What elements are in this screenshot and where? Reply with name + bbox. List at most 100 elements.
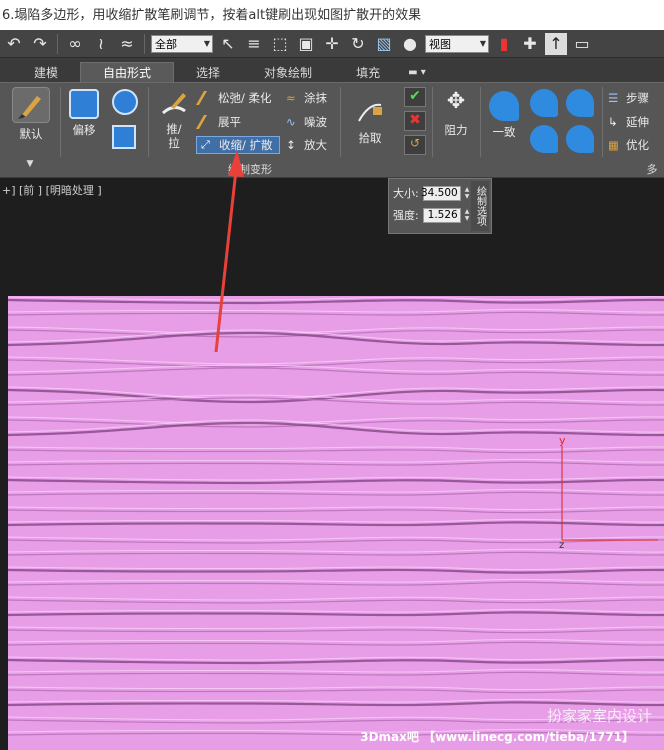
ribbon-options-dropdown[interactable]: ▬ ▾ [402,62,432,82]
shrink-expand-label: 收缩/ 扩散 [219,138,273,152]
push-pull-button[interactable]: 推/ 拉 [154,89,194,150]
snap-icon[interactable]: ✚ [519,33,541,55]
size-spinner[interactable]: 34.500 [421,185,461,201]
strength-spinner[interactable]: 1.526 [422,207,461,223]
toolbar-separator [144,33,145,54]
size-label: 大小: [393,187,419,200]
pivot-icon[interactable]: ▮ [493,33,515,55]
tab-populate[interactable]: 填充 [334,62,402,82]
mirror-icon[interactable]: ↑ [545,32,567,55]
toolbar-separator [57,33,58,54]
flatten-button[interactable]: 展平 [195,113,241,131]
pick-label: 拾取 [358,131,382,145]
watermark-logo: 扮家家室内设计 [546,707,652,725]
inflate-button[interactable]: ↕ 放大 [286,136,327,154]
strength-label: 强度: [393,209,419,222]
shrink-expand-button[interactable]: ⤢ 收缩/ 扩散 [196,136,280,154]
shrink-expand-icon: ⤢ [201,138,210,151]
check-icon[interactable]: ✔ [404,87,426,107]
extend-icon: ↳ [608,115,618,129]
smudge-button[interactable]: ≈ 涂抹 [286,89,327,107]
move-icon[interactable]: ✛ [321,33,343,55]
step-label: 步骤 [626,91,649,105]
ribbon-separator [340,87,341,157]
revert-icon[interactable]: ↺ [404,135,426,155]
extend-label: 延伸 [626,115,649,129]
push-pull-icon [159,89,189,119]
size-row: 大小: 34.500 ▲ ▼ [393,185,473,201]
reference-coord-dropdown[interactable]: 视图 ▼ [425,34,489,53]
extend-button[interactable]: ↳ 延伸 [608,113,649,131]
ribbon-separator [480,87,481,157]
tab-object-paint[interactable]: 对象绘制 [242,62,334,82]
offset-button[interactable]: 偏移 [64,89,104,138]
optimize-button[interactable]: ▦ 优化 [608,136,649,154]
default-dropdown[interactable]: ▼ [0,159,60,177]
group-label-more: 多 [646,163,658,176]
inflate-label: 放大 [304,138,327,152]
smudge-icon: ≈ [286,91,296,105]
selection-filter-value: 全部 [155,37,177,51]
rect-region-icon[interactable]: ⬚ [269,33,291,55]
relax-icon [195,91,219,105]
relax-soften-button[interactable]: 松弛/ 柔化 [195,89,272,107]
tab-selection[interactable]: 选择 [174,62,242,82]
noise-icon: ∿ [286,115,296,129]
refresh-icon[interactable] [112,89,138,115]
link-icon[interactable]: ∞ [64,33,86,55]
caption-text: 6.塌陷多边形，用收缩扩散笔刷调节，按着alt键刷出现如图扩散开的效果 [0,0,664,30]
smudge-label: 涂抹 [304,91,327,105]
viewport-label[interactable]: +] [前 ] [明暗处理 ] [2,182,102,198]
constrain-button[interactable]: ✥ 阻力 [438,89,474,138]
step-button[interactable]: ☰ 步骤 [608,89,649,107]
default-brush-button[interactable]: 默认 [8,87,54,142]
rotate-icon[interactable]: ↻ [347,33,369,55]
default-label: 默认 [19,127,43,141]
ribbon-separator [148,87,149,157]
selection-filter-dropdown[interactable]: 全部 ▼ [151,34,213,53]
pink-wave-mesh: y z [8,296,664,750]
ribbon-separator [602,87,603,157]
conform-rotate-icon[interactable] [566,89,594,117]
tab-freeform[interactable]: 自由形式 [80,62,175,82]
bind-spacewarp-icon[interactable]: ≈ [116,33,138,55]
freeze-icon[interactable] [112,125,136,149]
step-icon: ☰ [608,91,619,105]
ribbon-panel: 默认 ▼ 偏移 推/ 拉 松弛/ 柔化 展平 ⤢ 收缩/ 扩散 ≈ 涂抹 ∿ 噪… [0,82,664,177]
optimize-icon: ▦ [608,138,619,152]
select-by-name-icon[interactable]: ≡ [243,33,265,55]
group-label-paint-deform: 绘制变形 [228,163,272,176]
paint-options-title: 绘制选项 [471,181,489,231]
align-icon[interactable]: ▭ [571,33,593,55]
offset-label: 偏移 [72,123,96,137]
window-crossing-icon[interactable]: ▣ [295,33,317,55]
ribbon-separator [432,87,433,157]
front-viewport[interactable]: +] [前 ] [明暗处理 ] y z 扮家家室内设计 3Dmax吧 【www.… [0,178,664,750]
optimize-label: 优化 [626,138,649,152]
scale-icon[interactable]: ▧ [373,33,395,55]
axis-y-label: y [559,434,566,447]
conform-move-icon[interactable] [530,89,558,117]
brush-icon [12,87,50,123]
conform-brush-icon[interactable] [566,125,594,153]
material-sphere-icon[interactable]: ● [399,33,421,55]
redo-icon[interactable]: ↷ [29,33,51,55]
constrain-label: 阻力 [444,123,468,137]
noise-label: 噪波 [304,115,327,129]
push-pull-label: 推/ 拉 [154,122,194,150]
pick-button[interactable]: 拾取 [350,97,390,146]
conform-scale-icon[interactable] [530,125,558,153]
select-object-icon[interactable]: ↖ [217,33,239,55]
3dsmax-window: ↶ ↷ ∞ ≀ ≈ 全部 ▼ ↖ ≡ ⬚ ▣ ✛ ↻ ▧ ● 视图 ▼ ▮ ✚ ↑ … [0,30,664,750]
axis-z-label: z [559,540,564,551]
conform-button[interactable]: 一致 [484,91,524,140]
chevron-down-icon: ▼ [203,39,210,48]
tab-modeling[interactable]: 建模 [12,62,80,82]
undo-icon[interactable]: ↶ [3,33,25,55]
noise-button[interactable]: ∿ 噪波 [286,113,327,131]
unlink-icon[interactable]: ≀ [90,33,112,55]
push-pull-text: 推/ 拉 [166,122,182,150]
reference-coord-value: 视图 [429,37,451,51]
offset-icon [69,89,99,119]
cancel-icon[interactable]: ✖ [404,111,426,131]
